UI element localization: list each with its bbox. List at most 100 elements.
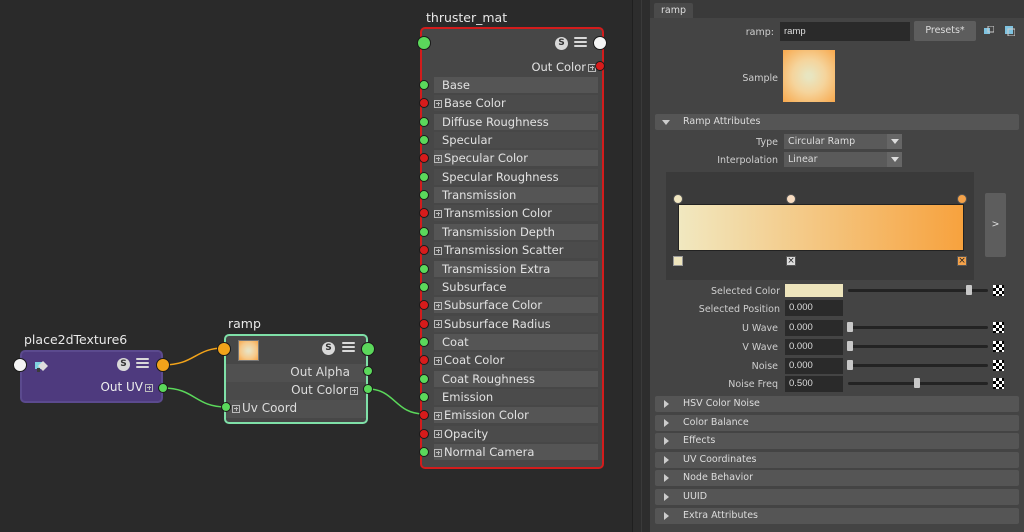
section-color-balance[interactable]: Color Balance — [655, 414, 1019, 431]
material-attribute-row: Transmission — [434, 187, 598, 204]
interpolation-dropdown[interactable]: Linear — [784, 152, 902, 167]
noise-freq-slider-handle[interactable] — [914, 378, 920, 388]
chevron-down-icon — [887, 134, 902, 149]
ramp-node[interactable]: S Out Alpha Out Color Uv Coord — [224, 334, 368, 424]
section-uv-coordinates[interactable]: UV Coordinates — [655, 451, 1019, 468]
material-input-port[interactable] — [419, 116, 429, 127]
section-title: Effects — [683, 435, 716, 447]
material-input-port[interactable] — [419, 80, 429, 90]
type-dropdown[interactable]: Circular Ramp — [784, 134, 902, 149]
v-wave-slider-handle[interactable] — [847, 341, 853, 351]
uv-coord-row: Uv Coord — [226, 400, 366, 418]
noise-slider[interactable] — [848, 364, 988, 367]
tab-ramp[interactable]: ramp — [654, 3, 694, 18]
shader-switch-icon[interactable]: S — [555, 37, 568, 50]
node-name-field[interactable] — [780, 22, 910, 41]
show-hide-icon[interactable] — [1005, 26, 1016, 37]
ramp-editor[interactable]: × × — [666, 172, 974, 280]
expand-compound-icon[interactable] — [434, 356, 442, 365]
material-attribute-row: Specular — [434, 132, 598, 149]
material-input-port[interactable] — [419, 391, 429, 402]
ramp-input-port[interactable] — [217, 342, 231, 356]
out-color-port[interactable] — [363, 384, 373, 394]
material-attribute-label: Specular Roughness — [442, 169, 559, 184]
map-texture-button[interactable] — [993, 285, 1004, 296]
selected-position-field[interactable] — [785, 300, 843, 316]
ramp-entry-handle[interactable] — [673, 194, 683, 204]
material-node-title: thruster_mat — [426, 10, 508, 25]
section-uuid[interactable]: UUID — [655, 489, 1019, 505]
material-input-port[interactable] — [419, 447, 429, 457]
attribute-list-icon[interactable] — [574, 37, 587, 49]
ramp-entry-handle[interactable] — [786, 194, 796, 204]
material-input-port[interactable] — [419, 373, 429, 384]
shader-switch-icon[interactable]: S — [322, 342, 335, 355]
section-node-behavior[interactable]: Node Behavior — [655, 470, 1019, 487]
u-wave-slider-handle[interactable] — [847, 322, 853, 332]
material-input-port[interactable] — [419, 318, 429, 329]
ramp-entry-handle[interactable] — [957, 194, 967, 204]
map-texture-button[interactable] — [993, 341, 1004, 352]
material-attribute-row: Coat — [434, 333, 598, 350]
out-uv-port[interactable] — [158, 383, 168, 393]
expand-compound-icon[interactable] — [434, 99, 442, 108]
material-out-color-port[interactable] — [595, 61, 605, 71]
node-editor-canvas[interactable]: place2dTexture6 S Out UV ramp S Out Alph… — [0, 0, 632, 532]
place2d-output-port[interactable] — [156, 358, 170, 372]
out-alpha-port[interactable] — [363, 366, 373, 376]
presets-button[interactable]: Presets* — [914, 21, 976, 41]
material-input-port[interactable] — [419, 336, 429, 347]
node-name-label: ramp: — [745, 27, 774, 38]
expand-ramp-button[interactable]: > — [985, 193, 1006, 257]
uv-coord-port[interactable] — [221, 402, 231, 412]
wire-uv — [162, 387, 227, 408]
map-texture-button[interactable] — [993, 360, 1004, 371]
attribute-list-icon[interactable] — [136, 358, 149, 370]
material-input-port[interactable] — [419, 263, 429, 274]
copy-tab-icon[interactable] — [984, 25, 995, 36]
ramp-entry-swatch[interactable] — [673, 256, 683, 266]
section-effects[interactable]: Effects — [655, 433, 1019, 450]
u-wave-slider[interactable] — [848, 326, 988, 329]
delete-entry-icon[interactable]: × — [957, 256, 967, 266]
v-wave-field[interactable] — [785, 339, 843, 355]
material-input-port[interactable] — [419, 171, 429, 182]
panel-splitter[interactable] — [632, 0, 650, 532]
place2d-input-port[interactable] — [13, 358, 27, 372]
attribute-list-icon[interactable] — [342, 342, 355, 354]
u-wave-field[interactable] — [785, 320, 843, 336]
section-ramp-attributes[interactable]: Ramp Attributes — [655, 114, 1019, 130]
expand-compound-icon[interactable] — [434, 154, 442, 163]
material-input-port[interactable] — [417, 36, 431, 50]
map-texture-button[interactable] — [993, 322, 1004, 333]
shader-switch-icon[interactable]: S — [117, 358, 130, 371]
ramp-output-port[interactable] — [361, 342, 375, 356]
expand-compound-icon[interactable] — [434, 320, 442, 329]
material-attribute-row: Normal Camera — [434, 444, 598, 460]
expand-compound-icon[interactable] — [434, 246, 442, 255]
selected-color-slider-handle[interactable] — [966, 285, 972, 295]
place2d-texture-node[interactable]: S Out UV — [20, 350, 163, 403]
section-extra-attributes[interactable]: Extra Attributes — [655, 507, 1019, 524]
material-input-port[interactable] — [419, 428, 429, 439]
expand-compound-icon[interactable] — [434, 448, 442, 457]
noise-freq-field[interactable] — [785, 376, 843, 392]
material-input-port[interactable] — [419, 281, 429, 292]
noise-slider-handle[interactable] — [847, 360, 853, 370]
map-texture-button[interactable] — [993, 378, 1004, 389]
expand-compound-icon[interactable] — [434, 209, 442, 218]
noise-field[interactable] — [785, 358, 843, 374]
expand-compound-icon[interactable] — [434, 430, 442, 439]
expand-compound-icon[interactable] — [434, 411, 442, 420]
selected-color-swatch[interactable] — [785, 284, 843, 297]
delete-entry-icon[interactable]: × — [786, 256, 796, 266]
material-output-port[interactable] — [593, 36, 607, 50]
material-node[interactable]: S Out Color Base Base Color Diffuse Roughn… — [420, 27, 604, 469]
material-input-port[interactable] — [419, 226, 429, 237]
expand-compound-icon[interactable] — [434, 301, 442, 310]
section-hsv-color-noise[interactable]: HSV Color Noise — [655, 396, 1019, 412]
material-input-port[interactable] — [419, 135, 429, 146]
ramp-gradient[interactable] — [678, 204, 964, 251]
expand-arrow-icon — [664, 511, 669, 520]
v-wave-slider[interactable] — [848, 345, 988, 348]
